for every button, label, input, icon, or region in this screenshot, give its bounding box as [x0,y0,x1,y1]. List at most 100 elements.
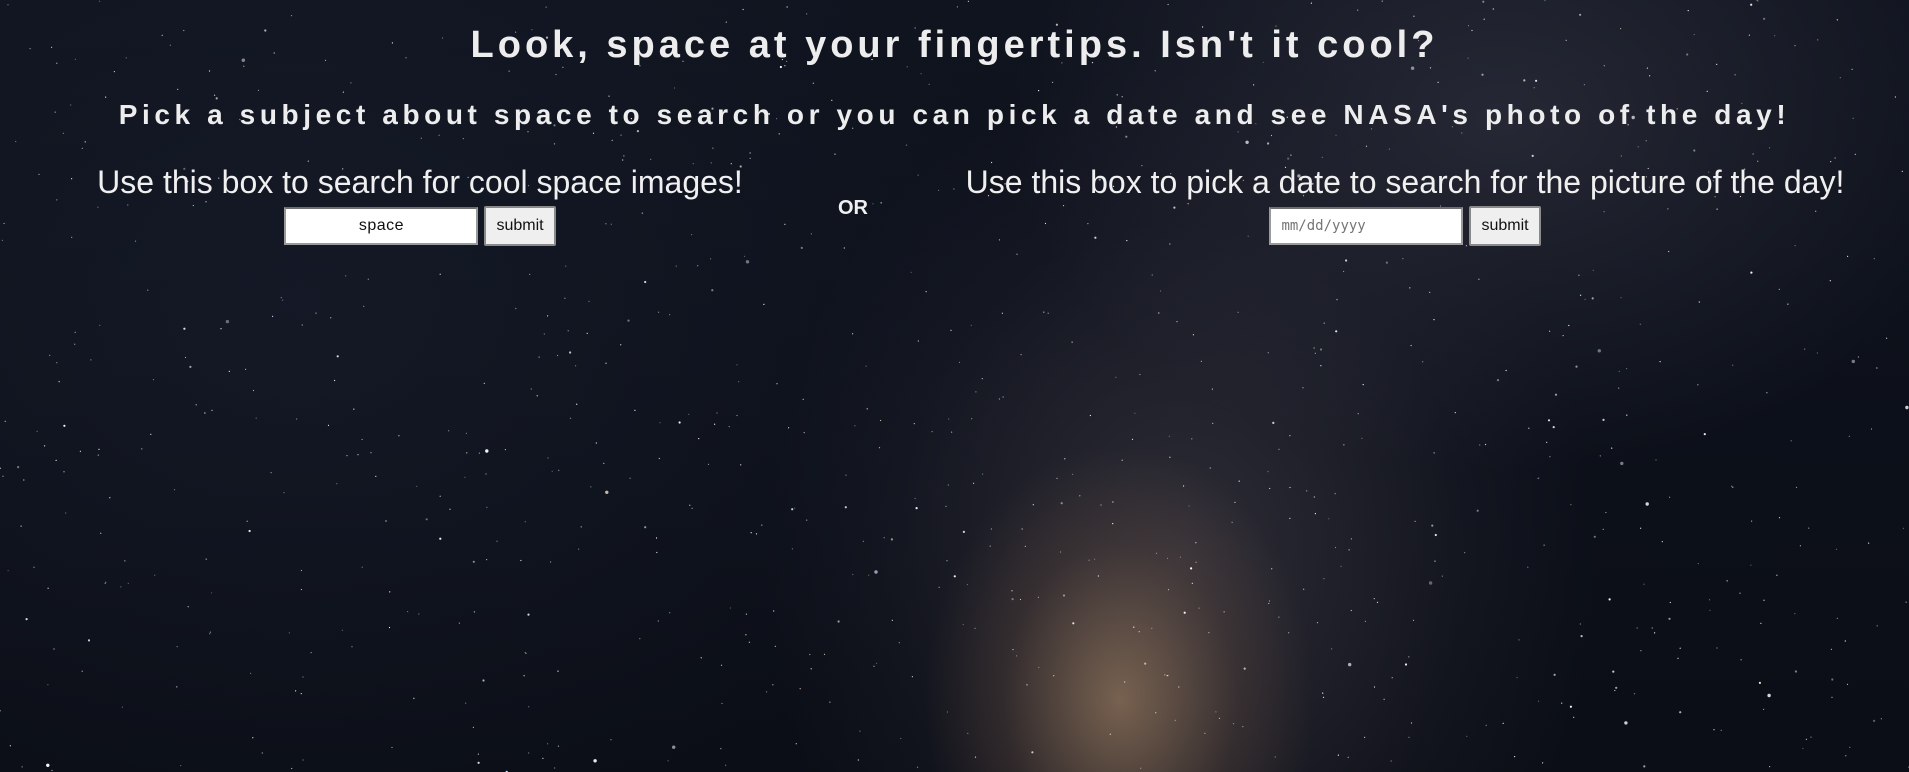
star [288,632,290,634]
star [749,157,751,159]
star [622,159,624,161]
star [1549,330,1551,332]
star [1794,613,1796,615]
star [1056,477,1058,479]
star [1204,732,1206,735]
star [485,473,487,475]
star [327,424,330,426]
star [1790,440,1792,442]
star [1839,77,1841,79]
star [810,668,812,670]
star [1441,575,1443,577]
star [738,381,740,383]
star [462,138,464,140]
star [900,737,902,740]
star [569,351,572,354]
star [634,409,636,411]
star [555,73,557,76]
star [1031,751,1034,754]
star [982,473,984,475]
star [1412,619,1415,621]
star [485,449,489,453]
star [1357,9,1359,11]
star [1043,311,1045,313]
star [800,246,803,249]
star [4,420,6,422]
search-panel: Use this box to search for cool space im… [60,162,780,246]
star [407,611,409,613]
star [1640,527,1642,529]
star [1313,496,1315,498]
star [592,132,595,134]
star [971,418,973,420]
star [1580,294,1582,296]
star [1364,736,1366,738]
search-input[interactable] [284,207,479,245]
star [1198,607,1200,609]
star [1328,518,1330,520]
star [44,445,46,447]
star [1599,455,1601,457]
star [1267,471,1269,473]
star [1314,513,1316,515]
star [1646,67,1648,69]
star [658,457,660,460]
star [742,8,744,11]
star [496,540,498,542]
star [698,438,700,440]
star [761,524,763,526]
star [1697,563,1699,565]
star [439,495,441,497]
star [483,382,485,384]
star [1549,456,1551,458]
star [464,476,466,478]
star [1763,708,1765,711]
star [1677,657,1679,659]
star [1176,321,1178,323]
star [1732,486,1734,488]
star [1385,261,1388,264]
star [1243,667,1246,670]
star [1071,341,1073,343]
star [576,403,578,405]
date-input[interactable] [1269,207,1464,245]
star [1535,79,1538,82]
star [1212,422,1214,424]
star [773,610,775,612]
star [1269,487,1271,490]
star [1357,413,1359,415]
star [1408,736,1410,739]
star [1643,583,1645,585]
star [1242,726,1244,728]
star [1011,590,1013,592]
star [945,505,947,507]
star [357,454,359,456]
star [1376,601,1379,603]
star [1133,626,1135,628]
star [1433,319,1435,321]
star [1288,632,1290,634]
star [1659,361,1661,363]
star [712,147,714,149]
search-submit-button[interactable]: submit [484,206,556,246]
star [891,619,893,622]
star [774,645,776,648]
star [15,140,17,143]
star [1750,564,1752,566]
star [1805,738,1807,740]
or-separator: OR [838,197,868,219]
star [336,483,338,485]
star [1164,674,1166,676]
star [1319,348,1323,351]
star [1155,552,1158,554]
star [1740,659,1742,661]
star [1121,96,1123,98]
star [1583,84,1585,86]
star [527,613,530,616]
star [672,745,676,749]
star [1390,760,1392,762]
star [590,486,592,488]
star [220,328,222,330]
date-submit-button[interactable]: submit [1469,206,1541,246]
star [1698,301,1700,303]
